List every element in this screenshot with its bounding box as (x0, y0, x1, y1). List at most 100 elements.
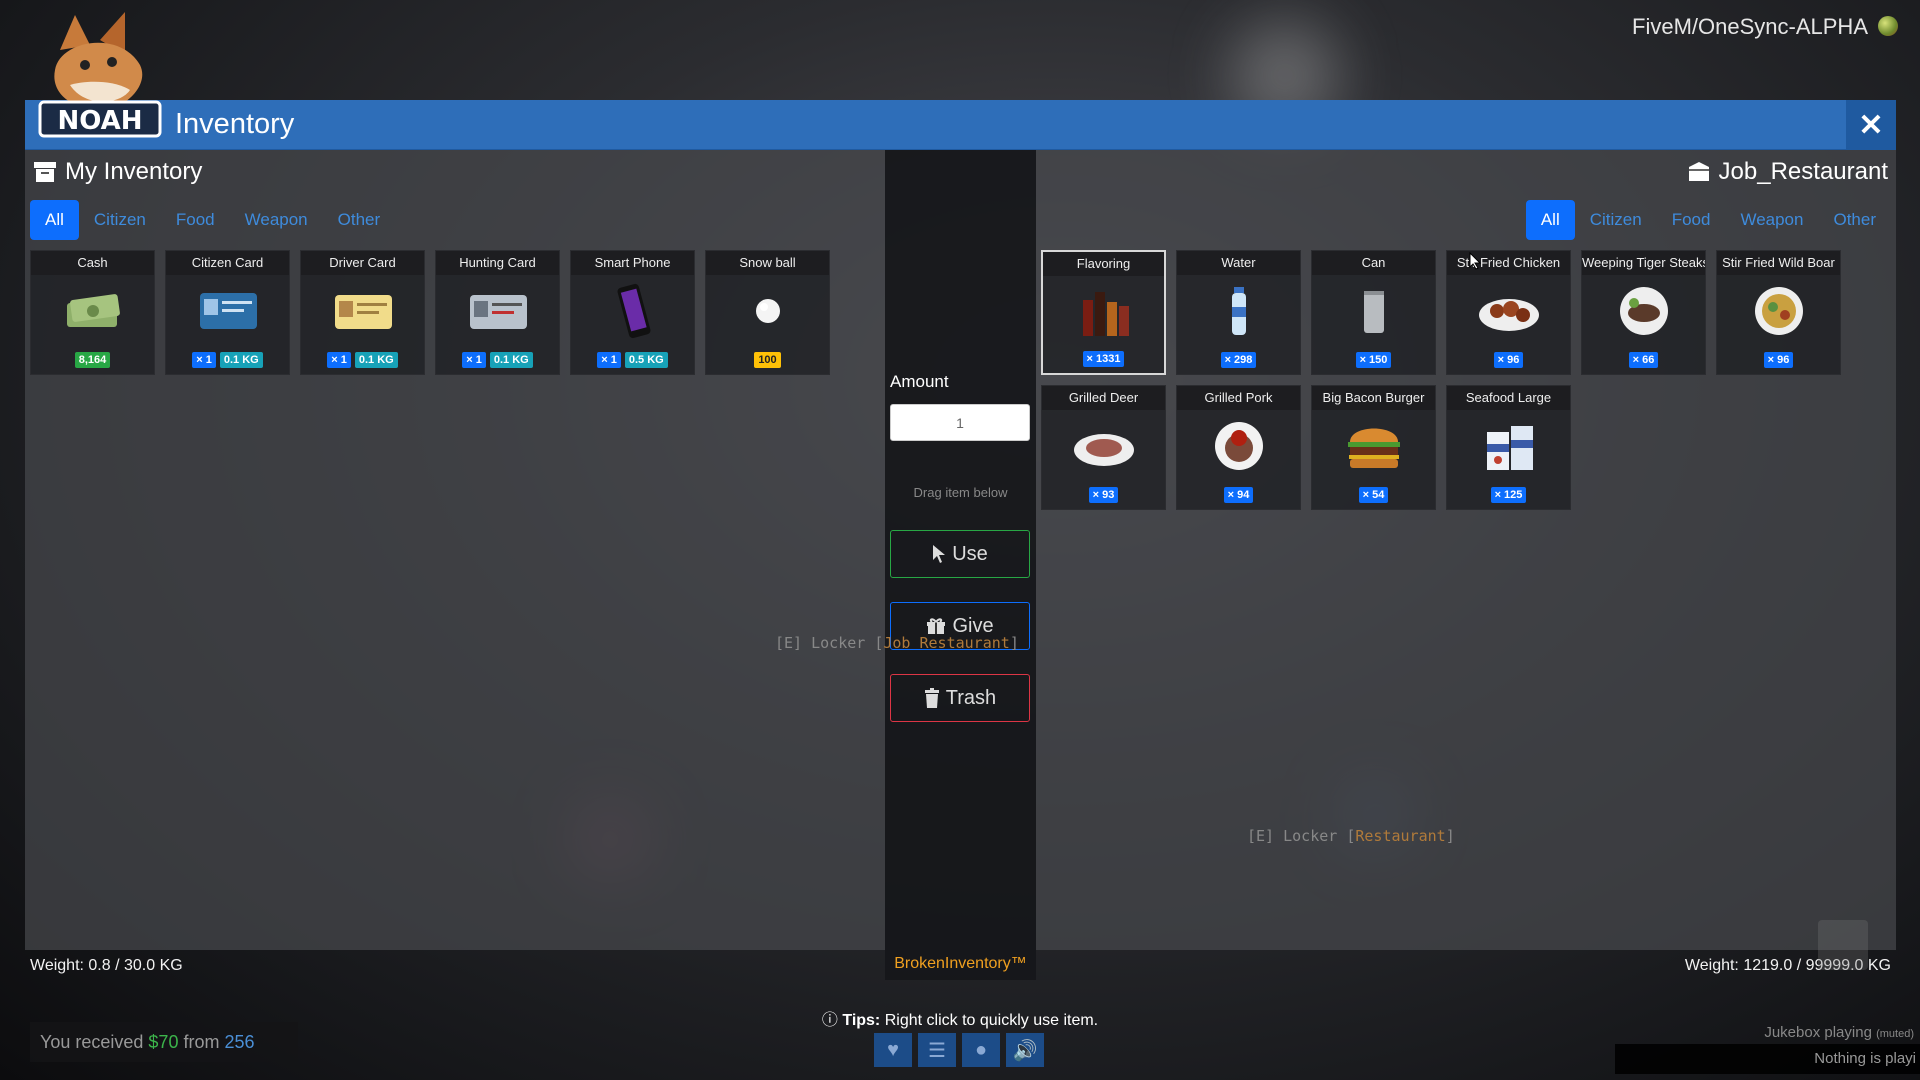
notify-amount: $70 (148, 1032, 179, 1052)
locker-suffix: ] (1445, 827, 1455, 845)
tab-all[interactable]: All (30, 200, 79, 240)
brand-label: BrokenInventory™ (894, 955, 1027, 972)
item-badge: × 96 (1763, 352, 1794, 368)
steak-dish-icon (1612, 283, 1677, 339)
item-slot[interactable]: Stir Fried Chicken × 96 (1446, 250, 1571, 375)
trash-icon (924, 688, 939, 708)
item-badge: × 66 (1628, 352, 1659, 368)
item-badge: × 96 (1493, 352, 1524, 368)
can-icon (1342, 283, 1407, 339)
item-name: Big Bacon Burger (1312, 386, 1435, 410)
my-inventory-title: My Inventory (33, 158, 202, 186)
item-badge: × 298 (1220, 352, 1257, 368)
tab-other[interactable]: Other (1818, 200, 1891, 240)
id-card-icon (196, 283, 261, 339)
use-button[interactable]: Use (890, 530, 1030, 578)
item-badge: × 94 (1223, 487, 1254, 503)
item-name: Hunting Card (436, 251, 559, 275)
boar-dish-icon (1747, 283, 1812, 339)
snowball-icon (736, 283, 801, 339)
water-bottle-icon (1207, 283, 1272, 339)
driver-card-icon (331, 283, 396, 339)
action-panel: Amount Drag item below Use Give (885, 150, 1036, 980)
item-badge: 0.1 KG (354, 352, 398, 368)
window-title: Inventory (175, 108, 295, 140)
item-slot[interactable]: Can × 150 (1311, 250, 1436, 375)
mouse-cursor-icon (1469, 252, 1481, 270)
item-slot[interactable]: Citizen Card × 1 0.1 KG (165, 250, 290, 375)
item-badges: × 125 (1447, 487, 1570, 503)
item-badge: × 93 (1088, 487, 1119, 503)
item-badges: × 54 (1312, 487, 1435, 503)
inventory-titlebar: Inventory ✕ (25, 100, 1896, 150)
job-restaurant-pane: Job_Restaurant All Citizen Food Weapon O… (1036, 150, 1896, 974)
status-hud: ♥ ☰ ● 🔊 (874, 1033, 1044, 1067)
tab-food[interactable]: Food (1657, 200, 1726, 240)
item-slot[interactable]: Weeping Tiger Steaks × 66 (1581, 250, 1706, 375)
item-slot[interactable]: Grilled Pork × 94 (1176, 385, 1301, 510)
pane-title-text: Job_Restaurant (1718, 158, 1888, 185)
item-badge: 0.1 KG (489, 352, 533, 368)
item-badge: 8,164 (74, 352, 111, 368)
item-slot[interactable]: Hunting Card × 1 0.1 KG (435, 250, 560, 375)
tab-citizen[interactable]: Citizen (79, 200, 161, 240)
item-badges: × 96 (1447, 352, 1570, 368)
item-slot[interactable]: Flavoring × 1331 (1041, 250, 1166, 375)
pane-title-text: My Inventory (65, 158, 203, 185)
item-badges: × 94 (1177, 487, 1300, 503)
my-inventory-weight: Weight: 0.8 / 30.0 KG (30, 957, 183, 974)
item-badges: × 1 0.5 KG (571, 352, 694, 368)
tips-label: Tips: (842, 1012, 881, 1029)
item-slot[interactable]: Smart Phone × 1 0.5 KG (570, 250, 695, 375)
amount-label: Amount (890, 372, 949, 391)
thirst-drop-icon: ● (962, 1033, 1000, 1067)
server-globe-icon (1878, 16, 1898, 36)
item-name: Stir Fried Chicken (1447, 251, 1570, 275)
item-name: Grilled Pork (1177, 386, 1300, 410)
item-name: Driver Card (301, 251, 424, 275)
world-locker-label: [E] Locker [Job Restaurant] (775, 634, 1019, 652)
item-slot[interactable]: Snow ball 100 (705, 250, 830, 375)
tab-other[interactable]: Other (323, 200, 396, 240)
tab-citizen[interactable]: Citizen (1575, 200, 1657, 240)
now-playing: Nothing is playi (1615, 1044, 1920, 1074)
item-slot[interactable]: Water × 298 (1176, 250, 1301, 375)
item-name: Water (1177, 251, 1300, 275)
notify-prefix: You received (40, 1032, 149, 1052)
phone-icon (601, 283, 666, 339)
jukebox-muted: (muted) (1876, 1028, 1914, 1040)
chicken-dish-icon (1477, 283, 1542, 339)
tab-all[interactable]: All (1525, 200, 1575, 240)
item-slot[interactable]: Seafood Large × 125 (1446, 385, 1571, 510)
left-category-tabs: All Citizen Food Weapon Other (30, 200, 395, 240)
item-slot[interactable]: Grilled Deer × 93 (1041, 385, 1166, 510)
item-slot[interactable]: Big Bacon Burger × 54 (1311, 385, 1436, 510)
item-name: Flavoring (1043, 252, 1164, 276)
item-slot[interactable]: Stir Fried Wild Boar × 96 (1716, 250, 1841, 375)
close-button[interactable]: ✕ (1846, 100, 1896, 150)
item-name: Snow ball (706, 251, 829, 275)
item-badge: × 150 (1355, 352, 1392, 368)
hunger-burger-icon: ☰ (918, 1033, 956, 1067)
trash-label: Trash (945, 686, 997, 709)
health-heart-icon: ♥ (874, 1033, 912, 1067)
close-icon: ✕ (1858, 108, 1884, 142)
tab-weapon[interactable]: Weapon (1725, 200, 1818, 240)
item-badges: × 150 (1312, 352, 1435, 368)
locker-suffix: ] (1009, 634, 1019, 652)
item-slot[interactable]: Driver Card × 1 0.1 KG (300, 250, 425, 375)
svg-text:NOAH: NOAH (57, 106, 142, 136)
locker-name: Job Restaurant (883, 634, 1010, 652)
money-notification: You received $70 from 256 (30, 1022, 298, 1062)
tab-weapon[interactable]: Weapon (230, 200, 323, 240)
item-badges: × 1 0.1 KG (436, 352, 559, 368)
item-name: Smart Phone (571, 251, 694, 275)
amount-input[interactable] (890, 404, 1030, 441)
my-inventory-grid: Cash 8,164 Citizen Card × 1 0.1 KG Driver Car… (30, 250, 830, 375)
archive-box-icon (34, 162, 56, 182)
server-name: FiveM/OneSync-ALPHA (1632, 14, 1868, 39)
item-badges: 100 (706, 352, 829, 368)
item-slot[interactable]: Cash 8,164 (30, 250, 155, 375)
trash-button[interactable]: Trash (890, 674, 1030, 722)
tab-food[interactable]: Food (161, 200, 230, 240)
